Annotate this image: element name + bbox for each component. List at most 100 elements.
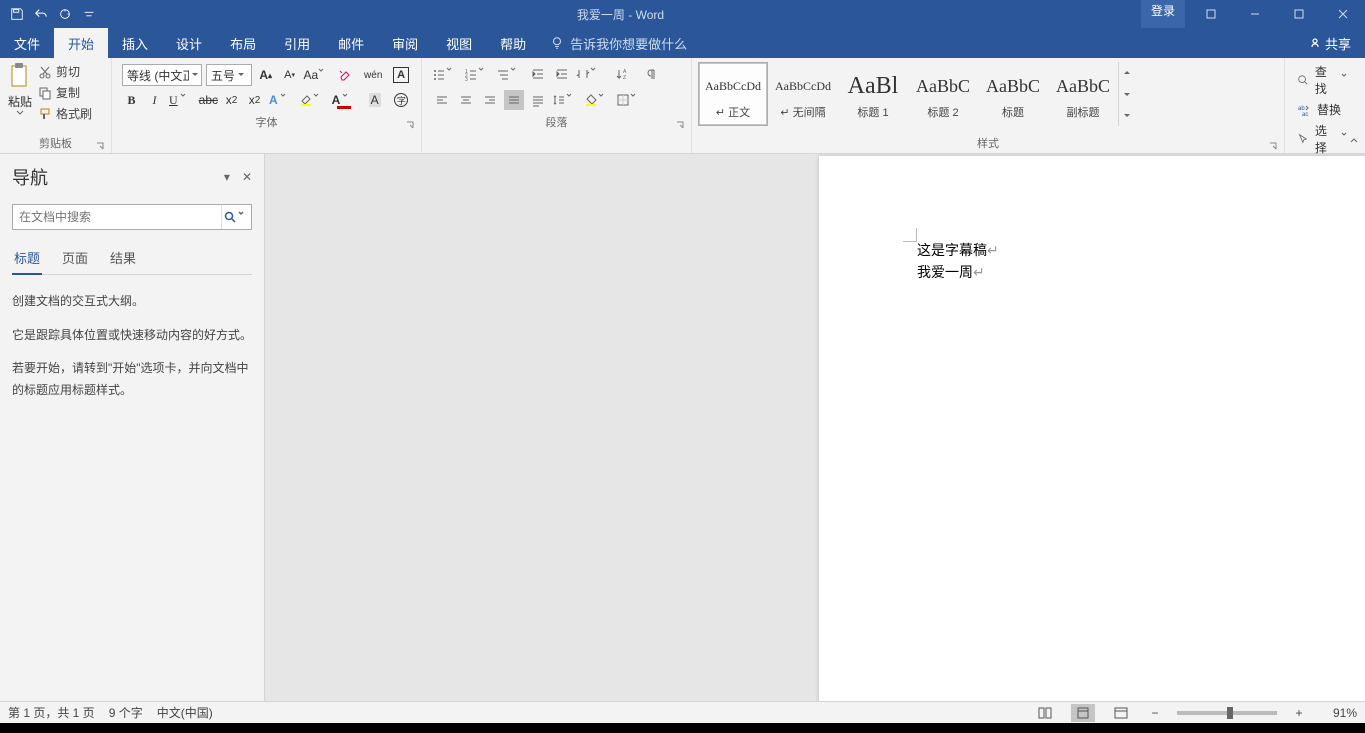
nav-close-button[interactable]: ✕ xyxy=(242,170,252,184)
underline-button[interactable]: U xyxy=(168,90,195,110)
text-direction-button[interactable] xyxy=(576,64,604,84)
select-button[interactable]: 选择 xyxy=(1295,121,1355,157)
style-item-4[interactable]: AaBbC标题 xyxy=(978,62,1048,126)
italic-button[interactable]: I xyxy=(145,90,164,110)
grow-font-button[interactable]: A▴ xyxy=(256,65,276,85)
tell-me[interactable]: 告诉我你想要做什么 xyxy=(540,28,697,58)
font-name-combo[interactable]: 等线 (中文正文 xyxy=(122,64,202,86)
share-button[interactable]: 共享 xyxy=(1295,28,1365,58)
numbering-button[interactable]: 123 xyxy=(464,64,492,84)
tab-help[interactable]: 帮助 xyxy=(486,28,540,58)
enclose-char-button[interactable]: 字 xyxy=(392,90,411,110)
format-painter-button[interactable]: 格式刷 xyxy=(36,104,94,123)
tab-references[interactable]: 引用 xyxy=(270,28,324,58)
change-case-button[interactable]: Aa xyxy=(303,65,331,85)
subscript-button[interactable]: x2 xyxy=(222,90,241,110)
nav-search-button[interactable] xyxy=(221,205,251,229)
bullets-button[interactable] xyxy=(432,64,460,84)
styles-launcher[interactable] xyxy=(1268,141,1278,151)
doc-line[interactable]: 我爱一周 xyxy=(917,264,973,280)
find-button[interactable]: 查找 xyxy=(1295,62,1355,98)
maximize-button[interactable] xyxy=(1277,0,1321,28)
status-lang[interactable]: 中文(中国) xyxy=(157,704,213,721)
nav-dropdown[interactable]: ▾ xyxy=(224,170,230,184)
qat-customize[interactable] xyxy=(78,3,100,25)
char-border-button[interactable]: A xyxy=(391,65,411,85)
status-page[interactable]: 第 1 页，共 1 页 xyxy=(8,704,95,721)
minimize-button[interactable] xyxy=(1233,0,1277,28)
font-launcher[interactable] xyxy=(405,120,415,130)
nav-search[interactable] xyxy=(12,204,252,230)
ribbon-display-button[interactable] xyxy=(1189,0,1233,28)
font-color-button[interactable]: A xyxy=(331,90,358,110)
style-item-5[interactable]: AaBbC副标题 xyxy=(1048,62,1118,126)
align-left-button[interactable] xyxy=(432,90,452,110)
view-web-button[interactable] xyxy=(1109,704,1133,722)
redo-button[interactable] xyxy=(54,3,76,25)
clipboard-launcher[interactable] xyxy=(95,141,105,151)
view-print-button[interactable] xyxy=(1071,704,1095,722)
show-marks-button[interactable] xyxy=(640,64,660,84)
zoom-out-button[interactable]: − xyxy=(1147,706,1163,720)
copy-button[interactable]: 复制 xyxy=(36,83,94,102)
zoom-level[interactable]: 91% xyxy=(1321,706,1357,720)
indent-increase-button[interactable] xyxy=(552,64,572,84)
close-button[interactable] xyxy=(1321,0,1365,28)
tab-home[interactable]: 开始 xyxy=(54,28,108,58)
login-button[interactable]: 登录 xyxy=(1141,0,1185,28)
sort-button[interactable]: AZ xyxy=(608,64,636,84)
nav-tab-pages[interactable]: 页面 xyxy=(60,244,90,274)
align-right-button[interactable] xyxy=(480,90,500,110)
chevron-down-icon xyxy=(16,110,24,115)
tab-design[interactable]: 设计 xyxy=(162,28,216,58)
text-effects-button[interactable]: A xyxy=(268,90,295,110)
shading-button[interactable] xyxy=(584,90,612,110)
zoom-slider[interactable] xyxy=(1177,711,1277,715)
line-spacing-button[interactable] xyxy=(552,90,580,110)
styles-more[interactable] xyxy=(1118,62,1134,126)
tab-file[interactable]: 文件 xyxy=(0,28,54,58)
document-area[interactable]: 这是字幕稿↵ 我爱一周↵ xyxy=(265,154,1365,701)
strikethrough-button[interactable]: abc xyxy=(199,90,218,110)
shrink-font-button[interactable]: A▾ xyxy=(280,65,300,85)
page[interactable]: 这是字幕稿↵ 我爱一周↵ xyxy=(819,156,1365,701)
tab-insert[interactable]: 插入 xyxy=(108,28,162,58)
bold-button[interactable]: B xyxy=(122,90,141,110)
status-words[interactable]: 9 个字 xyxy=(109,704,143,721)
zoom-in-button[interactable]: + xyxy=(1291,706,1307,720)
style-item-1[interactable]: AaBbCcDd↵ 无间隔 xyxy=(768,62,838,126)
replace-button[interactable]: abac替换 xyxy=(1295,100,1355,119)
style-item-3[interactable]: AaBbC标题 2 xyxy=(908,62,978,126)
nav-tab-headings[interactable]: 标题 xyxy=(12,244,42,275)
doc-line[interactable]: 这是字幕稿 xyxy=(917,242,987,258)
paste-button[interactable]: 粘贴 xyxy=(4,60,36,117)
font-size-combo[interactable]: 五号 xyxy=(206,64,252,86)
superscript-button[interactable]: x2 xyxy=(245,90,264,110)
style-item-2[interactable]: AaBl标题 1 xyxy=(838,62,908,126)
collapse-ribbon-button[interactable] xyxy=(1349,135,1359,149)
nav-tab-results[interactable]: 结果 xyxy=(108,244,138,274)
tab-view[interactable]: 视图 xyxy=(432,28,486,58)
undo-button[interactable] xyxy=(30,3,52,25)
svg-text:3: 3 xyxy=(465,77,468,81)
view-read-button[interactable] xyxy=(1033,704,1057,722)
paragraph-launcher[interactable] xyxy=(675,120,685,130)
align-justify-button[interactable] xyxy=(504,90,524,110)
align-center-button[interactable] xyxy=(456,90,476,110)
phonetic-guide-button[interactable]: wén xyxy=(359,65,387,85)
align-distribute-button[interactable] xyxy=(528,90,548,110)
styles-gallery[interactable]: AaBbCcDd↵ 正文AaBbCcDd↵ 无间隔AaBl标题 1AaBbC标题… xyxy=(696,60,1136,128)
highlight-button[interactable] xyxy=(299,90,327,110)
indent-decrease-button[interactable] xyxy=(528,64,548,84)
char-shading-button[interactable]: A xyxy=(361,90,388,110)
save-button[interactable] xyxy=(6,3,28,25)
tab-mailings[interactable]: 邮件 xyxy=(324,28,378,58)
tab-layout[interactable]: 布局 xyxy=(216,28,270,58)
tab-review[interactable]: 审阅 xyxy=(378,28,432,58)
borders-button[interactable] xyxy=(616,90,644,110)
multilevel-button[interactable] xyxy=(496,64,524,84)
cut-button[interactable]: 剪切 xyxy=(36,62,94,81)
nav-search-input[interactable] xyxy=(13,205,221,229)
style-item-0[interactable]: AaBbCcDd↵ 正文 xyxy=(698,62,768,126)
clear-format-button[interactable] xyxy=(335,65,355,85)
